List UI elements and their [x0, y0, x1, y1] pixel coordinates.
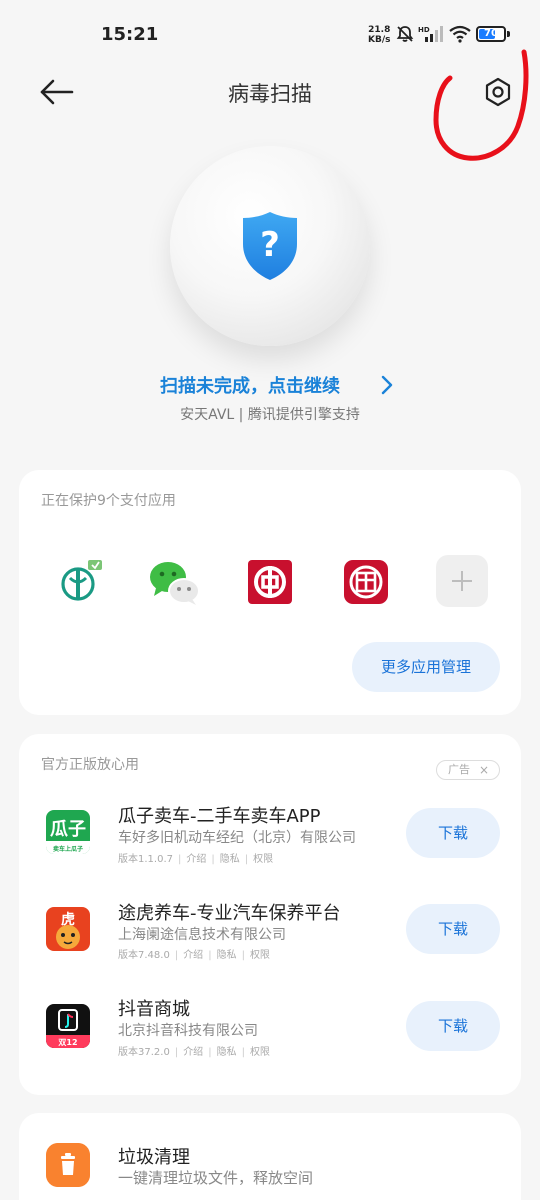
app-privacy-link[interactable]: 隐私: [217, 1043, 237, 1058]
app-company: 上海阑途信息技术有限公司: [118, 927, 286, 943]
settings-hexagon-icon: [485, 77, 511, 107]
net-speed: 21.8 KB/s: [368, 25, 391, 45]
svg-text:虎: 虎: [61, 911, 75, 928]
continue-scan-link[interactable]: 扫描未完成，点击继续: [160, 372, 340, 398]
chevron-right-icon[interactable]: [378, 374, 396, 396]
bell-muted-icon: [396, 26, 414, 42]
recommended-card-title: 官方正版放心用: [41, 757, 139, 773]
status-bar: 15:21 21.8 KB/s HD 70: [0, 0, 540, 70]
cleanup-title: 垃圾清理: [118, 1147, 190, 1168]
shield-question-icon: ?: [243, 212, 297, 280]
abc-bank-icon[interactable]: [54, 556, 106, 608]
svg-text:双12: 双12: [58, 1038, 77, 1047]
app-meta: 版本1.1.0.7 | 介绍 | 隐私 | 权限: [118, 850, 273, 865]
douyin-mall-icon[interactable]: 双12: [46, 1004, 90, 1048]
svg-text:卖车上瓜子: 卖车上瓜子: [53, 845, 83, 853]
battery-icon: 70: [476, 26, 506, 42]
app-name[interactable]: 瓜子卖车-二手车卖车APP: [118, 802, 321, 828]
app-meta: 版本37.2.0 | 介绍 | 隐私 | 权限: [118, 1043, 270, 1058]
app-intro-link[interactable]: 介绍: [183, 946, 203, 961]
download-button[interactable]: 下载: [406, 808, 500, 858]
app-intro-link[interactable]: 介绍: [183, 1043, 203, 1058]
icbc-bank-icon[interactable]: [340, 556, 392, 608]
svg-text:HD: HD: [418, 26, 430, 34]
app-permissions-link[interactable]: 权限: [253, 850, 273, 865]
engine-credit: 安天AVL | 腾讯提供引擎支持: [180, 407, 360, 423]
svg-text:?: ?: [260, 225, 280, 265]
wechat-icon[interactable]: [148, 556, 200, 608]
app-name[interactable]: 抖音商城: [118, 995, 190, 1021]
tuhu-app-icon[interactable]: 虎: [46, 907, 90, 951]
app-company: 车好多旧机动车经纪（北京）有限公司: [118, 830, 356, 846]
trash-icon: [46, 1143, 90, 1187]
payment-card-title: 正在保护9个支付应用: [41, 493, 176, 509]
close-icon[interactable]: ×: [479, 761, 489, 779]
app-name[interactable]: 途虎养车-专业汽车保养平台: [118, 899, 341, 925]
status-time: 15:21: [101, 24, 159, 45]
settings-button[interactable]: [478, 72, 518, 112]
plus-icon[interactable]: [436, 555, 488, 607]
page-title: 病毒扫描: [228, 82, 312, 106]
wifi-icon: [449, 25, 471, 43]
svg-text:瓜子: 瓜子: [50, 819, 86, 840]
guazi-app-icon[interactable]: 瓜子 卖车上瓜子: [46, 810, 90, 854]
hd-signal-icon: HD: [418, 26, 443, 42]
more-apps-button[interactable]: 更多应用管理: [352, 642, 500, 692]
app-meta: 版本7.48.0 | 介绍 | 隐私 | 权限: [118, 946, 270, 961]
battery-level: 70: [484, 28, 498, 39]
app-permissions-link[interactable]: 权限: [250, 1043, 270, 1058]
cleanup-subtitle: 一键清理垃圾文件，释放空间: [118, 1169, 314, 1187]
app-privacy-link[interactable]: 隐私: [217, 946, 237, 961]
app-privacy-link[interactable]: 隐私: [220, 850, 240, 865]
boc-bank-icon[interactable]: [244, 556, 296, 608]
download-button[interactable]: 下载: [406, 1001, 500, 1051]
ad-badge[interactable]: 广告 ×: [436, 760, 500, 780]
app-intro-link[interactable]: 介绍: [186, 850, 206, 865]
download-button[interactable]: 下载: [406, 904, 500, 954]
app-permissions-link[interactable]: 权限: [250, 946, 270, 961]
app-company: 北京抖音科技有限公司: [118, 1023, 258, 1039]
